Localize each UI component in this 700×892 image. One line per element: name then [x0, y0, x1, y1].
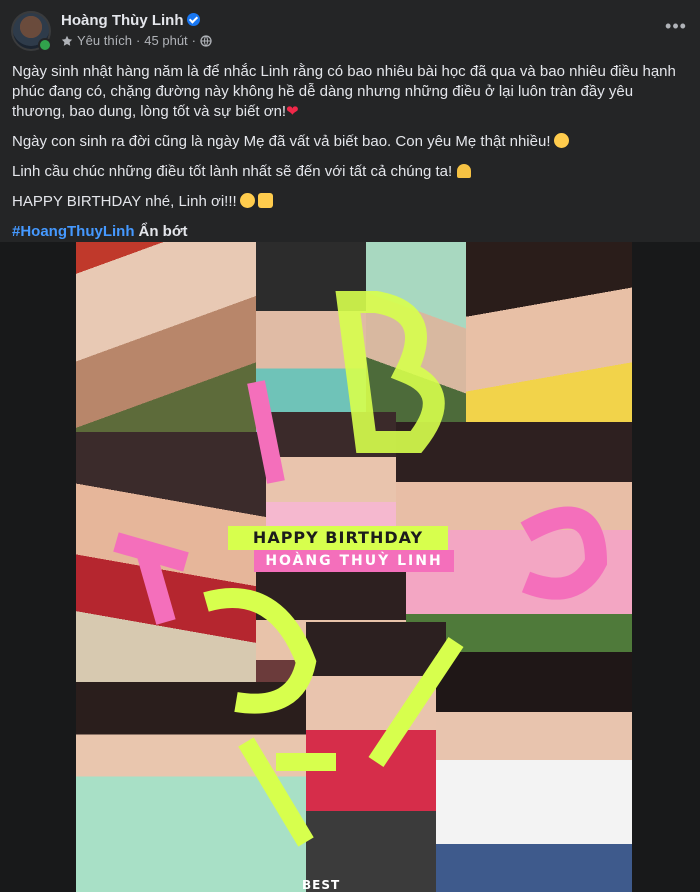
paragraph-3-text: Linh cầu chúc những điều tốt lành nhất s… — [12, 163, 453, 180]
best-wishes-text: BEST WISHES — [302, 878, 341, 892]
paragraph-2-text: Ngày con sinh ra đời cũng là ngày Mẹ đã … — [12, 133, 551, 150]
paragraph-1-text: Ngày sinh nhật hàng năm là để nhắc Linh … — [12, 63, 676, 120]
heart-hands-emoji-icon — [257, 193, 273, 208]
post-image[interactable]: HAPPY BIRTHDAY HOÀNG THUỲ LINH BEST WISH… — [76, 242, 632, 892]
online-status-dot — [38, 38, 52, 52]
author-name-row: Hoàng Thùy Linh — [61, 12, 201, 29]
banner-happy-birthday: HAPPY BIRTHDAY — [228, 526, 448, 550]
heart-emoji-icon: ❤ — [286, 103, 299, 120]
post-meta: Yêu thích · 45 phút · — [61, 33, 212, 48]
post-time[interactable]: 45 phút — [144, 33, 187, 48]
star-icon — [61, 35, 73, 46]
post-text: Ngày sinh nhật hàng năm là để nhắc Linh … — [12, 62, 688, 252]
hashtag-link[interactable]: #HoangThuyLinh — [12, 223, 135, 240]
reaction-label: Yêu thích — [77, 33, 132, 48]
paragraph-2: Ngày con sinh ra đời cũng là ngày Mẹ đã … — [12, 132, 688, 152]
verified-badge-icon — [187, 13, 201, 26]
facebook-post: Hoàng Thùy Linh Yêu thích · 45 phút · ••… — [0, 0, 700, 892]
pray-emoji-icon — [457, 164, 472, 178]
paragraph-4-text: HAPPY BIRTHDAY nhé, Linh ơi!!! — [12, 193, 237, 210]
author-avatar[interactable] — [11, 11, 52, 52]
meta-separator: · — [135, 33, 141, 48]
smiling-hearts-emoji-icon — [239, 193, 255, 208]
paragraph-4: HAPPY BIRTHDAY nhé, Linh ơi!!! — [12, 192, 688, 212]
kiss-emoji-icon — [553, 133, 569, 148]
see-less-button[interactable]: Ẩn bớt — [139, 223, 188, 240]
meta-separator: · — [191, 33, 196, 48]
globe-icon[interactable] — [200, 34, 212, 47]
hashtag-row: #HoangThuyLinh Ẩn bớt — [12, 222, 688, 242]
paragraph-1: Ngày sinh nhật hàng năm là để nhắc Linh … — [12, 62, 688, 122]
banner-name: HOÀNG THUỲ LINH — [254, 550, 454, 572]
author-name[interactable]: Hoàng Thùy Linh — [61, 12, 183, 29]
more-options-button[interactable]: ••• — [664, 16, 688, 36]
post-header: Hoàng Thùy Linh Yêu thích · 45 phút · ••… — [0, 0, 700, 56]
paragraph-3: Linh cầu chúc những điều tốt lành nhất s… — [12, 162, 688, 182]
